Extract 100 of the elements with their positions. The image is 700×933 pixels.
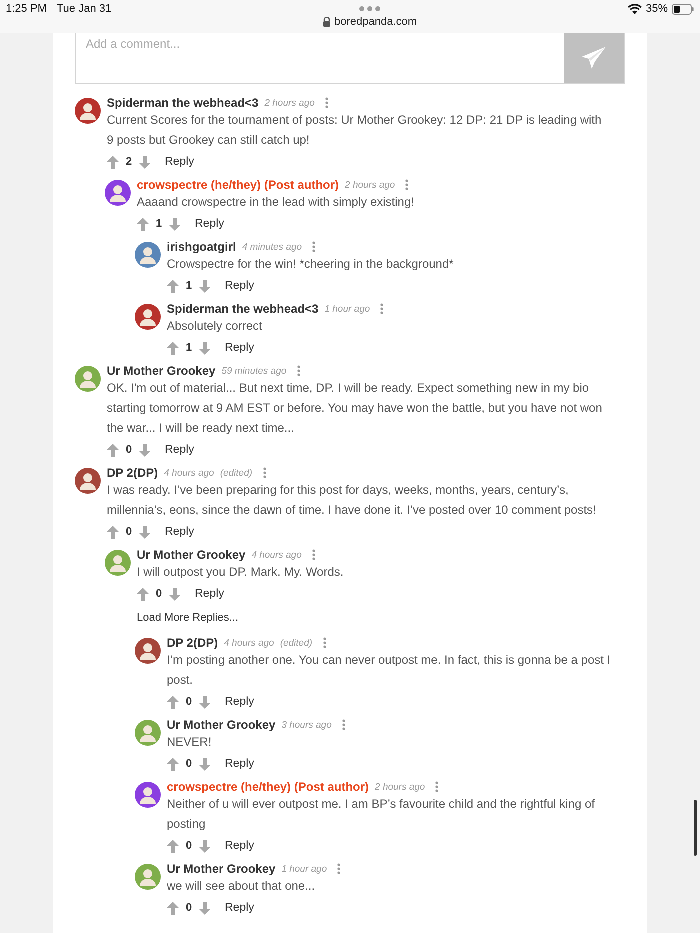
author-name[interactable]: Ur Mother Grookey: [167, 862, 276, 876]
scroll-bar: [694, 800, 697, 856]
date: Tue Jan 31: [56, 3, 112, 17]
upvote-icon[interactable]: [167, 758, 179, 770]
comment-text: Crowspectre for the win! *cheering in the background*: [167, 256, 455, 273]
timestamp: 1 hour ago: [282, 864, 328, 874]
reply-link[interactable]: Reply: [157, 526, 194, 538]
vote-count: 0: [185, 840, 193, 852]
avatar[interactable]: [135, 720, 161, 746]
upvote-icon[interactable]: [107, 444, 119, 456]
downvote-icon[interactable]: [199, 696, 211, 708]
reply-link[interactable]: Reply: [157, 444, 194, 456]
reply-link[interactable]: Reply: [187, 588, 224, 600]
reply-link[interactable]: Reply: [217, 758, 254, 770]
kebab-menu-icon[interactable]: [435, 781, 440, 793]
downvote-icon[interactable]: [139, 156, 151, 168]
author-name[interactable]: Spiderman the webhead<3: [167, 302, 319, 316]
reply-link[interactable]: Reply: [217, 696, 254, 708]
comment-text: I will outpost you DP. Mark. My. Words.: [137, 564, 345, 581]
kebab-menu-icon[interactable]: [405, 179, 410, 191]
kebab-menu-icon[interactable]: [312, 241, 316, 253]
avatar[interactable]: [105, 550, 131, 576]
upvote-icon[interactable]: [137, 218, 149, 230]
load-more-replies-link[interactable]: Load More Replies...: [137, 612, 238, 624]
reply-link[interactable]: Reply: [217, 840, 254, 852]
avatar[interactable]: [75, 366, 101, 392]
timestamp: 1 hour ago: [324, 304, 370, 314]
avatar[interactable]: [75, 98, 101, 124]
downvote-icon[interactable]: [199, 280, 211, 292]
kebab-menu-icon[interactable]: [337, 863, 342, 875]
timestamp: 59 minutes ago: [222, 366, 287, 376]
lock-icon: [322, 17, 330, 27]
author-name[interactable]: Ur Mother Grookey: [137, 548, 246, 562]
kebab-menu-icon[interactable]: [322, 637, 327, 649]
author-name[interactable]: crowspectre (he/they) (Post author): [167, 780, 370, 794]
vote-count: 0: [125, 526, 133, 538]
reply-link[interactable]: Reply: [217, 902, 254, 914]
downvote-icon[interactable]: [199, 758, 211, 770]
send-button[interactable]: [564, 33, 625, 84]
edited-label: (edited): [280, 638, 313, 648]
upvote-icon[interactable]: [107, 526, 119, 538]
upvote-icon[interactable]: [167, 840, 179, 852]
timestamp: 2 hours ago: [345, 180, 396, 190]
reply-link[interactable]: Reply: [217, 280, 254, 292]
kebab-menu-icon[interactable]: [380, 303, 384, 315]
vote-count: 2: [125, 156, 133, 168]
upvote-icon[interactable]: [167, 696, 179, 708]
kebab-menu-icon[interactable]: [296, 365, 301, 377]
author-name[interactable]: crowspectre (he/they) (Post author): [137, 178, 340, 192]
kebab-menu-icon[interactable]: [324, 97, 329, 109]
reply-link[interactable]: Reply: [217, 342, 254, 354]
upvote-icon[interactable]: [107, 156, 119, 168]
author-name[interactable]: DP 2(DP): [167, 636, 218, 650]
kebab-menu-icon[interactable]: [312, 549, 316, 561]
downvote-icon[interactable]: [139, 526, 151, 538]
upvote-icon[interactable]: [137, 588, 149, 600]
author-name[interactable]: DP 2(DP): [107, 466, 158, 480]
kebab-menu-icon[interactable]: [262, 467, 267, 479]
wifi-icon: [628, 4, 642, 15]
upvote-icon[interactable]: [167, 902, 179, 914]
upvote-icon[interactable]: [167, 342, 179, 354]
vote-count: 1: [155, 218, 163, 230]
avatar[interactable]: [135, 864, 161, 890]
kebab-menu-icon[interactable]: [342, 719, 346, 731]
author-name[interactable]: Ur Mother Grookey: [167, 718, 276, 732]
downvote-icon[interactable]: [199, 342, 211, 354]
timestamp: 4 hours ago: [252, 550, 302, 560]
vote-count: 1: [185, 280, 193, 292]
vote-count: 0: [125, 444, 133, 456]
timestamp: 4 hours ago: [224, 638, 274, 648]
author-name[interactable]: Ur Mother Grookey: [107, 364, 216, 378]
reply-link[interactable]: Reply: [157, 156, 194, 168]
author-name[interactable]: Spiderman the webhead<3: [107, 96, 259, 110]
url[interactable]: boredpanda.com: [334, 16, 418, 28]
vote-count: 1: [185, 342, 193, 354]
downvote-icon[interactable]: [139, 444, 151, 456]
downvote-icon[interactable]: [169, 218, 181, 230]
comment-field[interactable]: Add a comment...: [75, 33, 564, 84]
paper-plane-icon: [581, 46, 607, 70]
reply-link[interactable]: Reply: [187, 218, 224, 230]
comment-text: Current Scores for the tournament of posts: Ur Mother Grookey: 12 DP: 21 DP is leading with 9 posts but Grookey can still catch up!: [107, 112, 603, 149]
timestamp: 4 minutes ago: [242, 242, 302, 252]
edited-label: (edited): [220, 468, 253, 478]
timestamp: 2 hours ago: [375, 782, 426, 792]
avatar[interactable]: [135, 304, 161, 330]
vote-count: 0: [185, 758, 193, 770]
upvote-icon[interactable]: [167, 280, 179, 292]
vote-count: 0: [185, 902, 193, 914]
timestamp: 2 hours ago: [264, 98, 315, 108]
downvote-icon[interactable]: [199, 902, 211, 914]
downvote-icon[interactable]: [199, 840, 211, 852]
avatar[interactable]: [75, 468, 101, 494]
avatar[interactable]: [135, 242, 161, 268]
more-icon[interactable]: [358, 6, 381, 12]
author-name[interactable]: irishgoatgirl: [167, 240, 236, 254]
avatar[interactable]: [105, 180, 131, 206]
timestamp: 4 hours ago: [164, 468, 214, 478]
downvote-icon[interactable]: [169, 588, 181, 600]
avatar[interactable]: [135, 782, 161, 808]
avatar[interactable]: [135, 638, 161, 664]
